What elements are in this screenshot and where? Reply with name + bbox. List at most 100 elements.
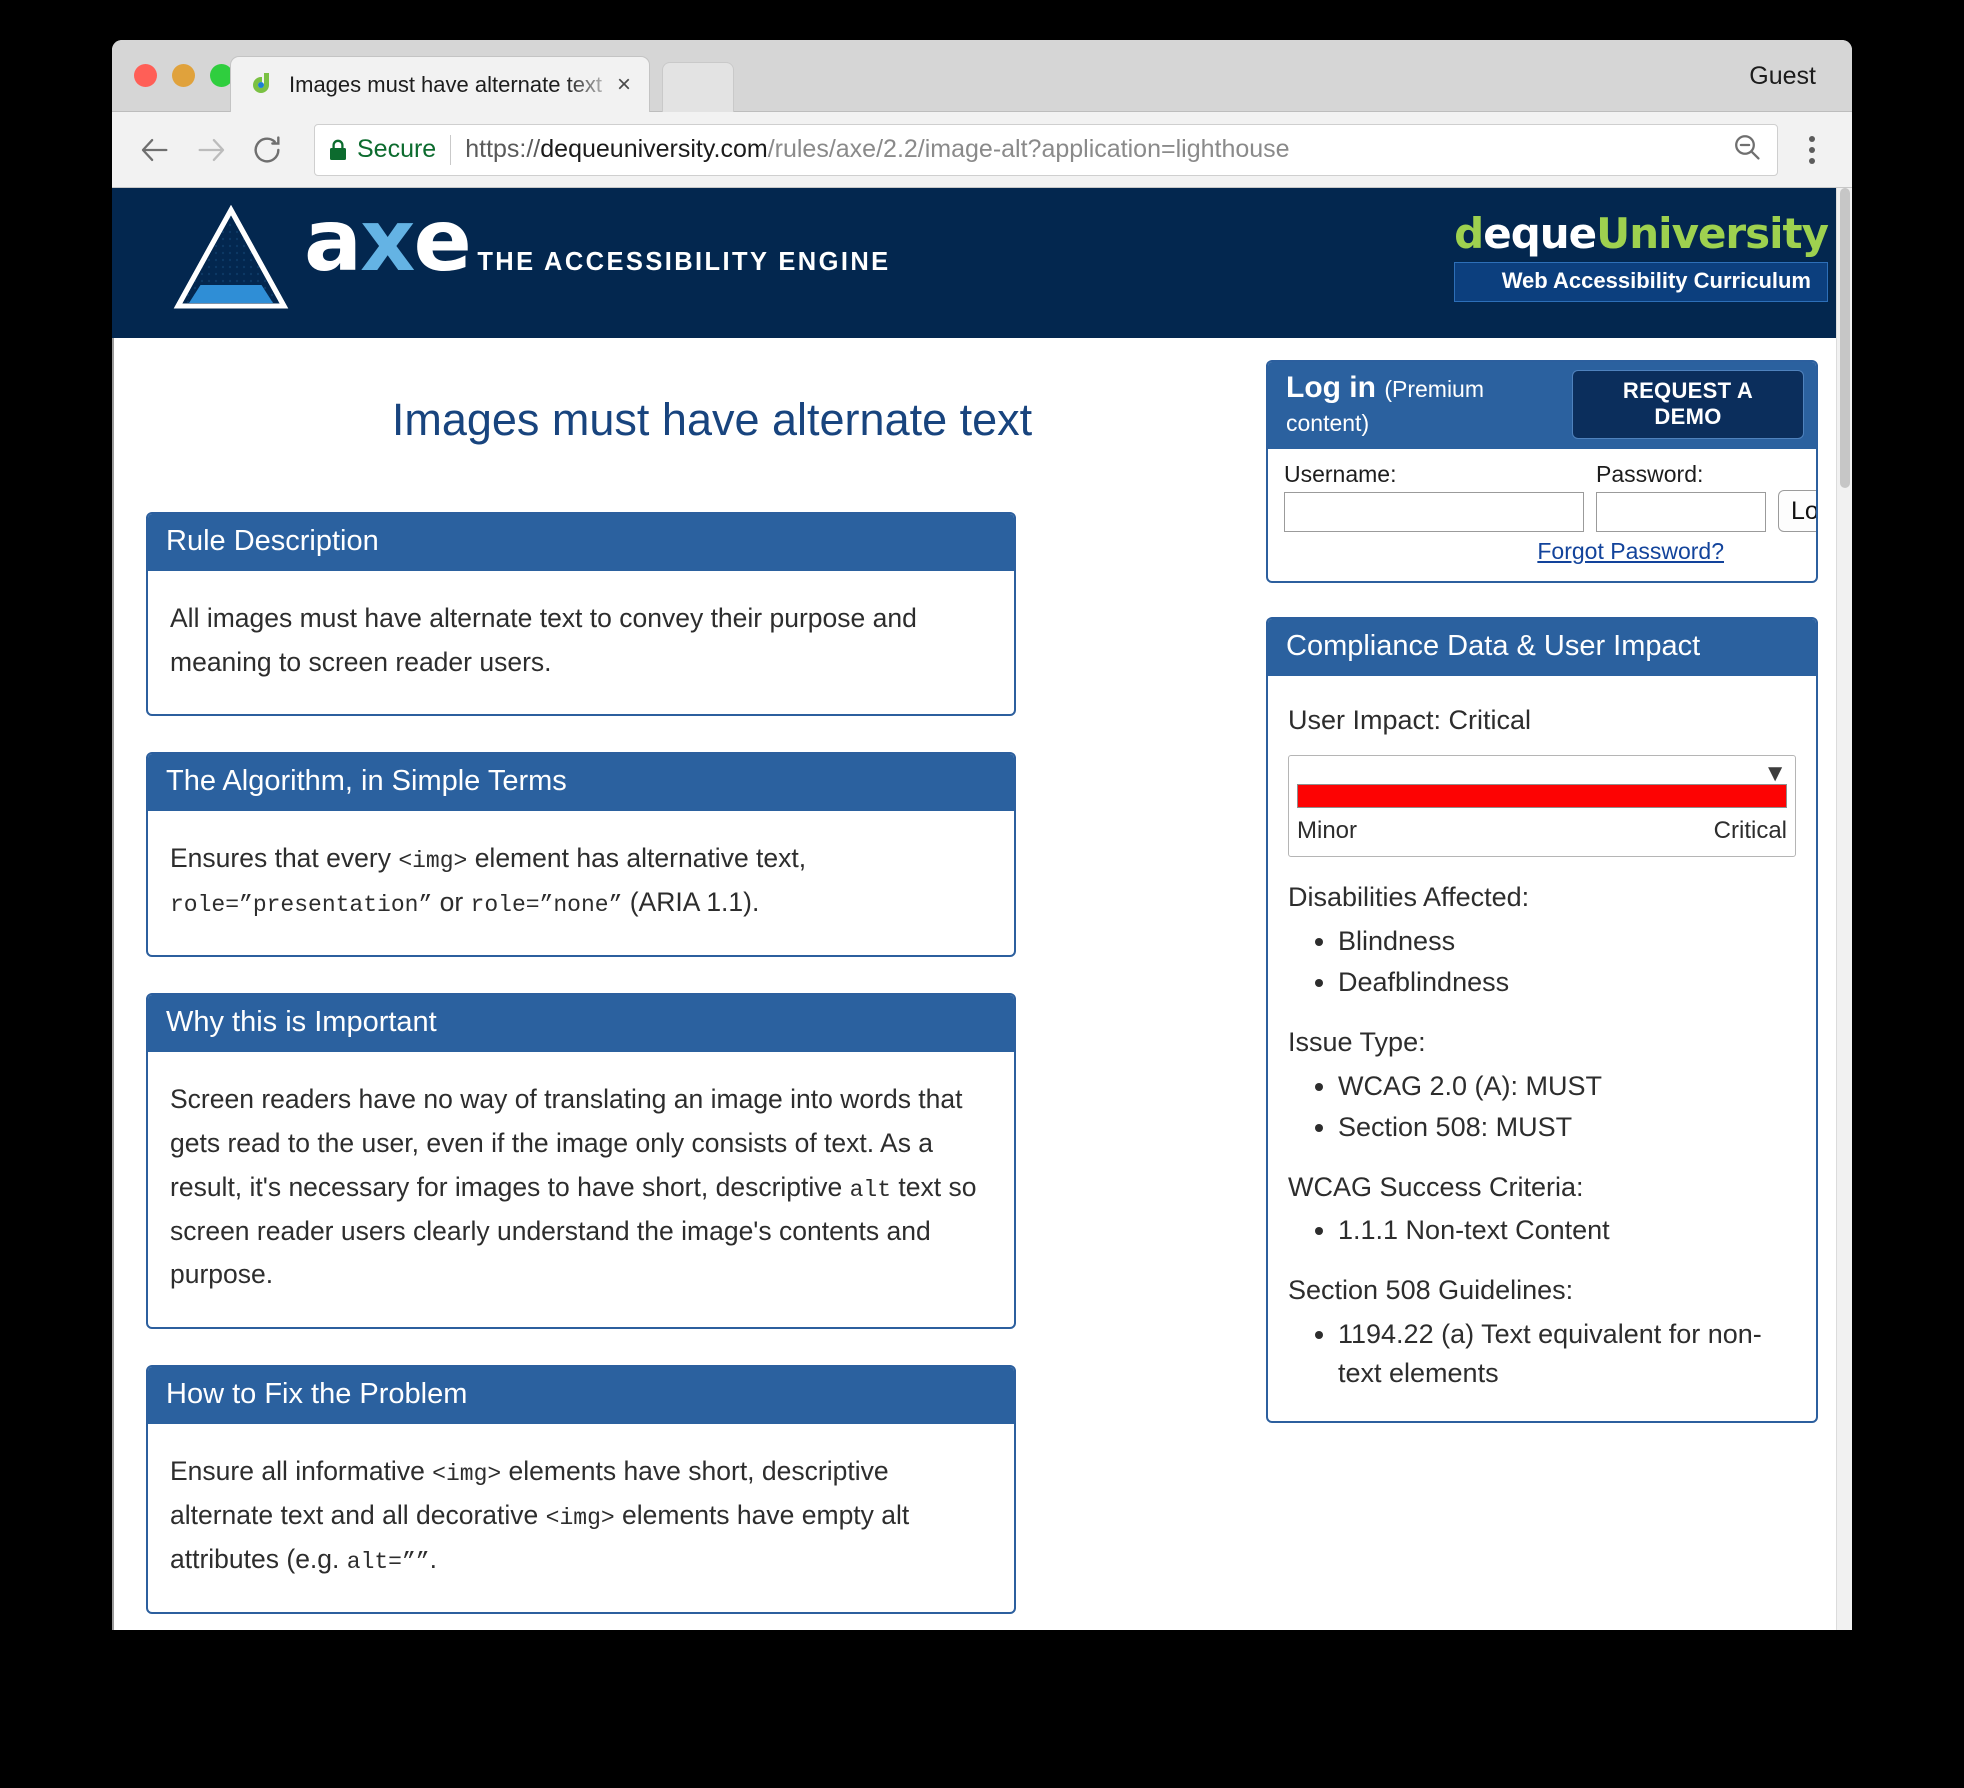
compliance-panel: Compliance Data & User Impact User Impac…	[1266, 617, 1818, 1424]
panel-body: Ensure all informative <img> elements ha…	[170, 1456, 910, 1575]
window-controls	[134, 64, 233, 87]
panel-body: All images must have alternate text to c…	[170, 603, 917, 677]
username-label: Username:	[1284, 461, 1397, 487]
url-scheme: https://	[465, 135, 541, 163]
forgot-password-link[interactable]: Forgot Password?	[1284, 538, 1800, 565]
menu-dot	[1809, 157, 1815, 164]
forward-arrow-icon[interactable]	[188, 127, 234, 173]
wcag-success-criteria-list: 1.1.1 Non-text Content	[1304, 1211, 1796, 1250]
section-508-guidelines-list: 1194.22 (a) Text equivalent for non-text…	[1304, 1315, 1796, 1393]
close-window-button[interactable]	[134, 64, 157, 87]
panel-heading: Rule Description	[148, 514, 1014, 571]
password-label: Password:	[1596, 461, 1704, 487]
list-item: 1194.22 (a) Text equivalent for non-text…	[1338, 1315, 1796, 1393]
vertical-scrollbar[interactable]	[1836, 188, 1852, 1630]
minimize-window-button[interactable]	[172, 64, 195, 87]
impact-meter-scale: Minor Critical	[1297, 811, 1787, 851]
user-impact-label: User Impact: Critical	[1288, 705, 1532, 735]
url-text: https://dequeuniversity.com/rules/axe/2.…	[465, 135, 1289, 164]
login-title-text: Log in	[1286, 370, 1376, 404]
disabilities-affected-list: Blindness Deafblindness	[1304, 922, 1796, 1002]
username-input[interactable]	[1284, 492, 1584, 532]
issue-type-list: WCAG 2.0 (A): MUST Section 508: MUST	[1304, 1067, 1796, 1147]
zoom-out-icon[interactable]	[1717, 131, 1763, 168]
section-508-guidelines-label: Section 508 Guidelines:	[1288, 1275, 1574, 1306]
axe-logo[interactable]: axe THE ACCESSIBILITY ENGINE	[172, 198, 891, 319]
wcag-success-criteria-label: WCAG Success Criteria:	[1288, 1171, 1584, 1202]
sidebar: Log in (Premium content) REQUEST A DEMO …	[1266, 360, 1818, 1459]
page-viewport: axe THE ACCESSIBILITY ENGINE dequeUniver…	[112, 188, 1852, 1630]
address-bar[interactable]: Secure https://dequeuniversity.com/rules…	[314, 123, 1778, 176]
menu-dot	[1809, 135, 1815, 142]
browser-toolbar: Secure https://dequeuniversity.com/rules…	[112, 112, 1852, 188]
omnibox-divider	[450, 134, 452, 165]
impact-min-label: Minor	[1297, 816, 1358, 844]
back-arrow-icon[interactable]	[132, 127, 178, 173]
profile-guest-label[interactable]: Guest	[1749, 62, 1816, 91]
reload-icon[interactable]	[244, 127, 290, 173]
issue-type-label: Issue Type:	[1288, 1026, 1426, 1057]
axe-triangle-icon	[172, 202, 290, 319]
deque-eque: eque	[1483, 209, 1597, 258]
panel-heading: Why this is Important	[148, 995, 1014, 1053]
curriculum-badge: Web Accessibility Curriculum	[1454, 262, 1828, 303]
new-tab-button[interactable]	[662, 62, 734, 112]
impact-max-label: Critical	[1713, 816, 1787, 844]
close-tab-button[interactable]: ×	[611, 72, 637, 97]
list-item: Section 508: MUST	[1338, 1108, 1796, 1147]
deque-d-icon	[249, 71, 275, 99]
axe-letter-a: a	[304, 191, 362, 291]
url-host: dequeuniversity.com	[540, 135, 768, 163]
login-button[interactable]: Login	[1778, 490, 1816, 532]
impact-marker-icon: ▼	[1763, 759, 1787, 787]
login-panel: Log in (Premium content) REQUEST A DEMO …	[1266, 360, 1818, 583]
login-fields-row: Username: Password: Login	[1284, 461, 1816, 532]
tab-title: Images must have alternate text	[289, 71, 603, 97]
panel-why-important: Why this is Important Screen readers hav…	[146, 993, 1016, 1330]
panel-body: Screen readers have no way of translatin…	[170, 1084, 977, 1290]
panel-body: Ensures that every <img> element has alt…	[170, 843, 807, 919]
list-item: 1.1.1 Non-text Content	[1338, 1211, 1796, 1250]
content-columns: Rule Description All images must have al…	[146, 360, 1818, 1630]
password-input[interactable]	[1596, 492, 1766, 532]
panel-rule-description: Rule Description All images must have al…	[146, 512, 1016, 717]
panel-body: User Impact: Critical ▼ Minor Critical D…	[1268, 676, 1816, 1421]
panel-heading: Compliance Data & User Impact	[1268, 619, 1816, 676]
password-field-group: Password:	[1596, 461, 1766, 532]
list-item: Deafblindness	[1338, 963, 1796, 1002]
menu-dot	[1809, 146, 1815, 153]
browser-tab[interactable]: Images must have alternate text ×	[230, 56, 650, 112]
deque-wordmark: dequeUniversity	[1454, 209, 1829, 258]
deque-university-logo[interactable]: dequeUniversity Web Accessibility Curric…	[1454, 209, 1829, 303]
request-a-demo-button[interactable]: REQUEST A DEMO	[1572, 370, 1804, 439]
axe-wordmark: axe THE ACCESSIBILITY ENGINE	[304, 198, 891, 284]
axe-letter-x: x	[360, 191, 416, 291]
deque-university: University	[1596, 209, 1829, 258]
axe-tagline: THE ACCESSIBILITY ENGINE	[477, 248, 891, 276]
impact-meter: ▼ Minor Critical	[1288, 754, 1796, 858]
tab-strip: Images must have alternate text × Guest	[112, 40, 1852, 112]
site-masthead: axe THE ACCESSIBILITY ENGINE dequeUniver…	[112, 188, 1852, 338]
deque-letter-d: d	[1454, 209, 1484, 258]
page-content: Images must have alternate text Rule Des…	[112, 338, 1852, 1630]
axe-letter-e: e	[413, 191, 472, 291]
list-item: Blindness	[1338, 922, 1796, 961]
login-title: Log in (Premium content)	[1286, 371, 1572, 439]
username-field-group: Username:	[1284, 461, 1584, 532]
panel-heading: The Algorithm, in Simple Terms	[148, 754, 1014, 812]
panel-heading: How to Fix the Problem	[148, 1367, 1014, 1425]
impact-meter-bar	[1297, 783, 1787, 808]
panel-algorithm: The Algorithm, in Simple Terms Ensures t…	[146, 752, 1016, 958]
scrollbar-thumb[interactable]	[1840, 188, 1850, 488]
panel-how-to-fix: How to Fix the Problem Ensure all inform…	[146, 1365, 1016, 1614]
rule-panels: Rule Description All images must have al…	[146, 512, 1016, 1630]
login-body: Username: Password: Login Forgot Passwor…	[1268, 449, 1816, 581]
secure-label: Secure	[357, 135, 437, 163]
login-header: Log in (Premium content) REQUEST A DEMO	[1268, 362, 1816, 449]
disabilities-affected-label: Disabilities Affected:	[1288, 882, 1530, 913]
three-dot-menu-icon[interactable]	[1792, 124, 1832, 176]
browser-window: Images must have alternate text × Guest …	[112, 40, 1852, 1630]
axe-word: axe	[304, 191, 472, 291]
list-item: WCAG 2.0 (A): MUST	[1338, 1067, 1796, 1106]
url-path: /rules/axe/2.2/image-alt?application=lig…	[767, 135, 1290, 163]
